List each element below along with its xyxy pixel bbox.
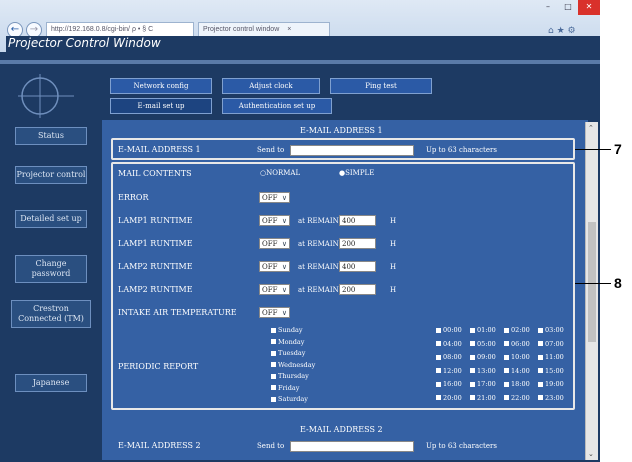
browser-tab-title: Projector control window [203, 26, 280, 33]
nav-crestron-connected[interactable]: Crestron Connected (TM) [11, 300, 91, 328]
home-star-gear-icons[interactable]: ⌂ ★ ⚙ [548, 26, 576, 36]
tab-authentication-set-up[interactable]: Authentication set up [222, 98, 332, 114]
projector-control-window: ← → http://192.168.0.8/cgi-bin/ ρ • § C … [0, 0, 600, 462]
nav-projector-control[interactable]: Projector control [15, 166, 87, 184]
email-address-2-row: E-MAIL ADDRESS 2 Send to Up to 63 charac… [114, 438, 572, 454]
email-address-2-input[interactable] [290, 441, 414, 452]
tab-network-config[interactable]: Network config [110, 78, 212, 94]
nav-detailed-set-up[interactable]: Detailed set up [15, 210, 87, 228]
callout-7: 7 [614, 141, 622, 157]
nav-change-password[interactable]: Change password [15, 255, 87, 283]
header-divider [0, 60, 600, 64]
tab-ping-test[interactable]: Ping test [330, 78, 432, 94]
email-address-2-label: E-MAIL ADDRESS 2 [118, 441, 201, 450]
maximize-button[interactable]: □ [558, 0, 578, 15]
scroll-thumb[interactable] [588, 222, 596, 342]
highlight-box-mail-settings [111, 162, 575, 410]
tab-adjust-clock[interactable]: Adjust clock [222, 78, 320, 94]
char-limit-hint: Up to 63 characters [426, 442, 497, 450]
minimize-button[interactable]: – [538, 0, 558, 15]
callout-line-8 [575, 283, 611, 284]
nav-japanese[interactable]: Japanese [15, 374, 87, 392]
scroll-up-icon[interactable]: ⌃ [588, 124, 594, 132]
close-button[interactable]: ✕ [578, 0, 600, 15]
section-header-email-1: E-MAIL ADDRESS 1 [300, 126, 383, 135]
tab-close-icon[interactable]: × [287, 26, 291, 33]
section-header-email-2: E-MAIL ADDRESS 2 [300, 425, 383, 434]
callout-8: 8 [614, 275, 622, 291]
highlight-box-email-address [111, 138, 575, 160]
scroll-down-icon[interactable]: ⌄ [588, 450, 594, 458]
nav-status[interactable]: Status [15, 127, 87, 145]
send-to-label: Send to [257, 442, 285, 450]
scrollbar[interactable]: ⌃ ⌄ [585, 122, 598, 460]
tab-email-set-up[interactable]: E-mail set up [110, 98, 212, 114]
tab-bar: Network config Adjust clock Ping test E-… [102, 76, 572, 118]
projector-logo-icon [18, 74, 74, 118]
callout-line-7 [575, 149, 611, 150]
page-title: Projector Control Window [6, 36, 600, 52]
